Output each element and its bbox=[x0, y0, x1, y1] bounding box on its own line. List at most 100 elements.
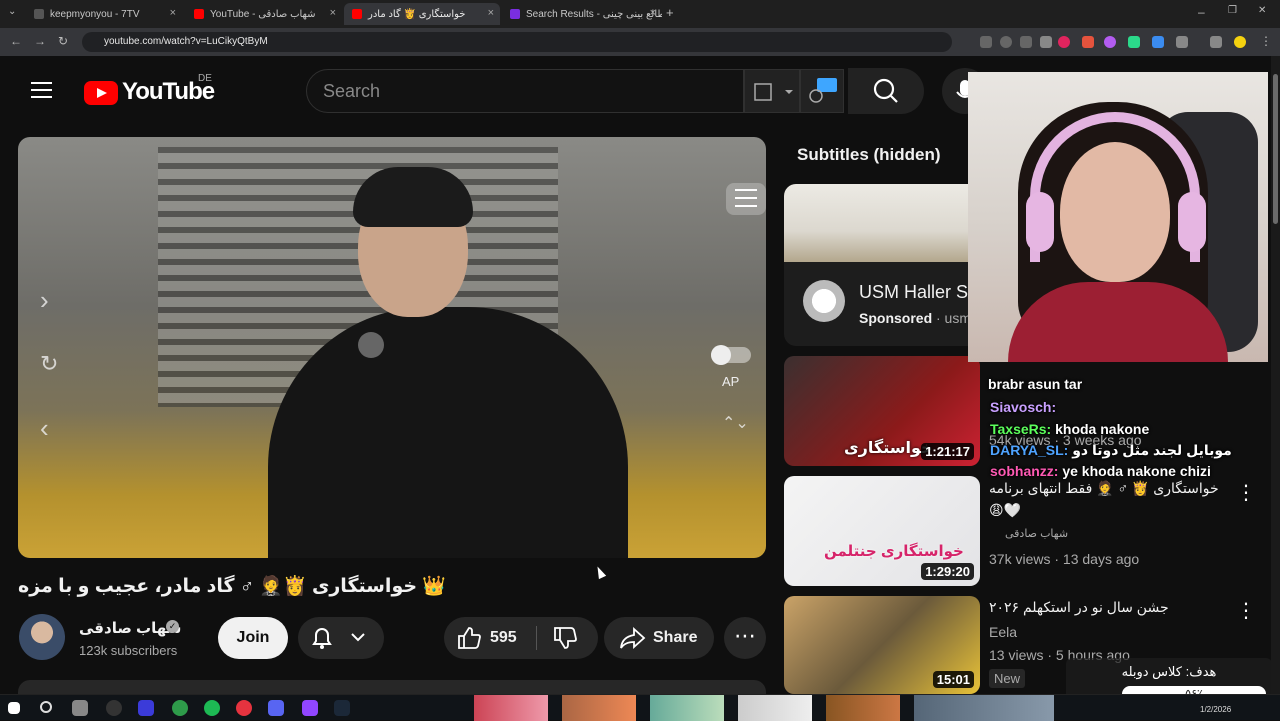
extensions-puzzle-icon[interactable] bbox=[1176, 36, 1188, 48]
reading-list-icon[interactable] bbox=[1210, 36, 1222, 48]
like-divider bbox=[536, 626, 537, 650]
tab-close-icon[interactable]: × bbox=[650, 7, 656, 19]
recommended-channel[interactable]: Eela bbox=[989, 624, 1017, 640]
ad-title[interactable]: USM Haller S bbox=[859, 282, 968, 303]
thumbs-down-icon[interactable] bbox=[552, 626, 578, 650]
region-code: DE bbox=[198, 73, 212, 84]
browser-tab-4[interactable]: Search Results - طالع بینی چینی × bbox=[502, 3, 662, 25]
join-button[interactable]: Join bbox=[218, 617, 288, 659]
zoom-icon[interactable] bbox=[1000, 36, 1012, 48]
recommended-title[interactable]: جشن سال نو در استکهلم ۲۰۲۶ bbox=[989, 599, 1169, 616]
taskbar-window-preview[interactable] bbox=[474, 695, 548, 721]
spotify-icon[interactable] bbox=[204, 700, 220, 716]
browser-tab-active[interactable]: خواستگاری 👸 گاد مادر × bbox=[344, 3, 500, 25]
tab-close-icon[interactable]: × bbox=[488, 7, 494, 19]
autoplay-label: AP bbox=[722, 374, 740, 389]
expand-chevrons-icon[interactable]: ⌃⌄ bbox=[722, 413, 749, 433]
ad-thumbnail[interactable] bbox=[784, 184, 984, 262]
chrome-icon[interactable] bbox=[172, 700, 188, 716]
minimize-button[interactable]: – bbox=[1198, 5, 1205, 19]
back-arrow-icon[interactable]: ← bbox=[10, 34, 22, 48]
page-scrollbar[interactable] bbox=[1271, 56, 1280, 694]
taskbar-window-preview[interactable] bbox=[826, 695, 900, 721]
player-chapters-menu-icon[interactable] bbox=[726, 183, 766, 215]
scrollbar-thumb[interactable] bbox=[1273, 74, 1278, 224]
reload-icon[interactable]: ↻ bbox=[58, 34, 68, 48]
description-box[interactable] bbox=[18, 680, 766, 694]
recommended-thumbnail[interactable]: خواستگاری 1:21:17 bbox=[784, 356, 980, 466]
tab-search-icon[interactable]: ⌄ bbox=[8, 6, 16, 17]
translate-button[interactable] bbox=[744, 69, 800, 113]
search-button[interactable] bbox=[848, 68, 924, 114]
profile-avatar-icon[interactable] bbox=[1234, 36, 1246, 48]
new-tab-button[interactable]: + bbox=[666, 5, 674, 20]
browser-tab-1[interactable]: keepmyonyou - 7TV × bbox=[26, 3, 182, 25]
install-icon[interactable] bbox=[980, 36, 992, 48]
video-frame-hair bbox=[353, 167, 473, 227]
more-actions-button[interactable]: ⋯ bbox=[724, 617, 766, 659]
browser-menu-icon[interactable]: ⋮ bbox=[1260, 34, 1272, 48]
url-field[interactable]: youtube.com/watch?v=LuCikyQtByM bbox=[82, 32, 952, 52]
video-player[interactable]: › ↻ ‹ AP ⌃⌄ bbox=[18, 137, 766, 558]
taskbar-window-preview[interactable] bbox=[738, 695, 812, 721]
caption-search-button[interactable] bbox=[800, 69, 844, 113]
recommended-thumbnail[interactable]: 15:01 bbox=[784, 596, 980, 694]
youtube-logo-icon[interactable] bbox=[84, 81, 118, 105]
7tv-extension-icon[interactable] bbox=[1128, 36, 1140, 48]
extension-purple-icon[interactable] bbox=[1104, 36, 1116, 48]
chat-username: TaxseRs: bbox=[990, 421, 1052, 437]
streamer-webcam bbox=[968, 72, 1268, 362]
hamburger-menu-icon[interactable] bbox=[31, 82, 52, 99]
bell-icon bbox=[312, 628, 365, 649]
taskbar-window-preview[interactable] bbox=[914, 695, 1054, 721]
app-purple-icon[interactable] bbox=[302, 700, 318, 716]
share-page-icon[interactable] bbox=[1020, 36, 1032, 48]
channel-avatar[interactable] bbox=[19, 614, 65, 660]
advertiser-logo[interactable] bbox=[803, 280, 845, 322]
yahoo-favicon-icon bbox=[510, 9, 520, 19]
recommended-title-line2[interactable]: 😩🤍 bbox=[989, 502, 1021, 519]
share-label: Share bbox=[653, 629, 698, 646]
browser-tab-2[interactable]: YouTube - شهاب صادقی × bbox=[186, 3, 342, 25]
autoplay-toggle[interactable] bbox=[711, 345, 751, 365]
sponsored-ad-card[interactable]: USM Haller S Sponsored · usm bbox=[784, 184, 984, 346]
forward-arrow-icon[interactable]: → bbox=[34, 34, 46, 48]
video-menu-icon[interactable]: ⋮ bbox=[1236, 480, 1256, 505]
steam-icon[interactable] bbox=[334, 700, 350, 716]
replay-icon[interactable]: ↻ bbox=[40, 351, 58, 377]
video-menu-icon[interactable]: ⋮ bbox=[1236, 598, 1256, 623]
tab-close-icon[interactable]: × bbox=[330, 7, 336, 19]
tab-title: keepmyonyou - 7TV bbox=[50, 8, 140, 20]
recommended-title[interactable]: خواستگاری 👸 ♂ 🤵 فقط انتهای برنامه bbox=[989, 480, 1219, 497]
like-count: 595 bbox=[490, 629, 517, 646]
recommended-channel[interactable]: شهاب صادقی bbox=[989, 527, 1068, 540]
search-box[interactable] bbox=[306, 69, 744, 113]
app-red-icon[interactable] bbox=[236, 700, 252, 716]
notification-bell-button[interactable] bbox=[298, 617, 384, 659]
tab-close-icon[interactable]: × bbox=[170, 7, 176, 19]
previous-arrow-icon[interactable]: ‹ bbox=[40, 413, 49, 444]
extension-orange-icon[interactable] bbox=[1082, 36, 1094, 48]
address-toolbar: ← → ↻ youtube.com/watch?v=LuCikyQtByM ⋮ bbox=[0, 28, 1280, 56]
vpn-app-icon[interactable] bbox=[138, 700, 154, 716]
extension-red-icon[interactable] bbox=[1058, 36, 1070, 48]
share-button[interactable]: Share bbox=[604, 617, 714, 659]
windows-start-icon[interactable] bbox=[8, 702, 20, 714]
discord-icon[interactable] bbox=[268, 700, 284, 716]
search-input[interactable] bbox=[323, 80, 723, 102]
close-window-button[interactable]: ✕ bbox=[1258, 5, 1266, 16]
video-duration: 1:29:20 bbox=[921, 563, 974, 580]
task-view-icon[interactable] bbox=[72, 700, 88, 716]
thumbs-up-icon[interactable] bbox=[456, 626, 482, 650]
recommended-thumbnail[interactable]: خواستگاری جنتلمن 1:29:20 bbox=[784, 476, 980, 586]
taskbar-search-icon[interactable] bbox=[40, 701, 52, 713]
maximize-button[interactable]: ❐ bbox=[1228, 5, 1237, 16]
webcam-headset-ear bbox=[1026, 192, 1054, 252]
next-arrow-icon[interactable]: › bbox=[40, 285, 49, 316]
taskbar-window-preview[interactable] bbox=[562, 695, 636, 721]
like-dislike-group[interactable]: 595 bbox=[444, 617, 598, 659]
bookmark-star-icon[interactable] bbox=[1040, 36, 1052, 48]
obs-icon[interactable] bbox=[106, 700, 122, 716]
extension-blue-icon[interactable] bbox=[1152, 36, 1164, 48]
taskbar-window-preview[interactable] bbox=[650, 695, 724, 721]
